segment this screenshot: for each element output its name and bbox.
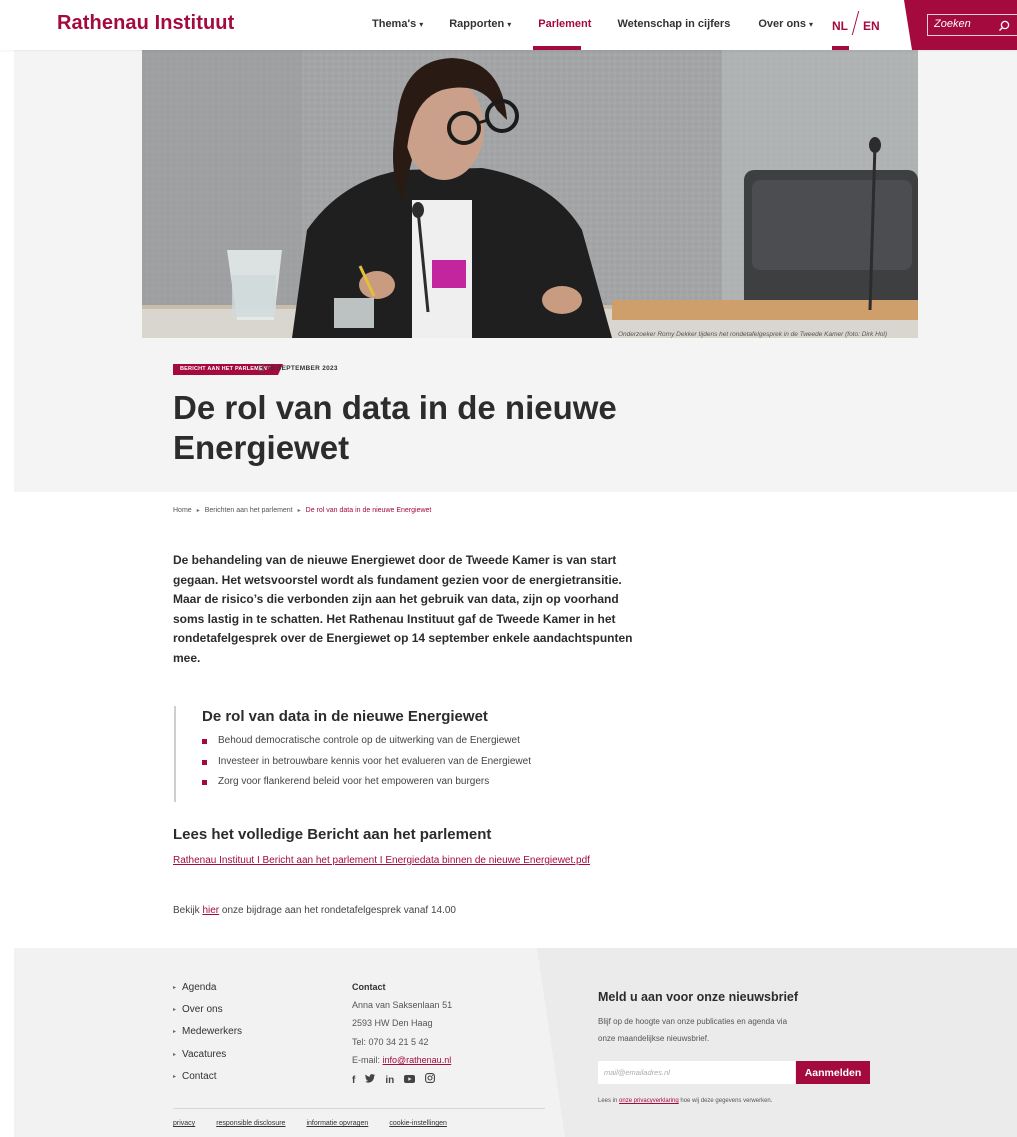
cookie-settings-link[interactable]: cookie-instellingen bbox=[389, 1120, 447, 1127]
calendar-icon bbox=[258, 365, 264, 371]
language-switch: NL EN bbox=[832, 11, 880, 35]
chevron-right-icon: ▸ bbox=[173, 1051, 177, 1058]
chevron-right-icon: ▸ bbox=[173, 1007, 177, 1014]
search-input[interactable] bbox=[934, 18, 994, 30]
chevron-right-icon: ▸ bbox=[173, 985, 177, 991]
footer-link-medewerkers[interactable]: ▸ Medewerkers bbox=[173, 1021, 242, 1043]
newsletter-subscribe-button[interactable]: Aanmelden bbox=[796, 1061, 870, 1084]
nav-item-label: Rapporten bbox=[449, 18, 505, 30]
facebook-icon[interactable]: f bbox=[352, 1072, 355, 1090]
search-icon[interactable] bbox=[998, 19, 1010, 37]
nav-item-parlement[interactable]: Parlement bbox=[538, 18, 591, 30]
main-nav: Thema's ▾ Rapporten ▾ Parlement Wetensch… bbox=[372, 18, 813, 30]
breadcrumb-current: De rol van data in de nieuwe Energiewet bbox=[305, 507, 432, 514]
contact-block: Contact Anna van Saksenlaan 51 2593 HW D… bbox=[352, 978, 452, 1090]
breadcrumb: Home ▸ Berichten aan het parlement ▸ De … bbox=[173, 507, 431, 514]
chevron-right-icon: ▸ bbox=[173, 1073, 177, 1080]
footer-link-agenda[interactable]: ▸ Agenda bbox=[173, 977, 242, 999]
footer-link-over-ons[interactable]: ▸ Over ons bbox=[173, 999, 242, 1021]
chevron-right-icon: ▸ bbox=[173, 1029, 177, 1036]
watch-text-before: Bekijk bbox=[173, 905, 203, 916]
twitter-icon[interactable] bbox=[365, 1072, 376, 1090]
nav-item-label: Parlement bbox=[538, 18, 592, 30]
footer-link-label: Over ons bbox=[182, 1004, 223, 1016]
linkedin-icon[interactable]: in bbox=[385, 1072, 394, 1090]
watch-paragraph: Bekijk hier onze bijdrage aan het rondet… bbox=[173, 905, 456, 916]
footer-link-label: Vacatures bbox=[182, 1048, 227, 1060]
nav-item-rapporten[interactable]: Rapporten ▾ bbox=[449, 18, 511, 30]
note-text-after: hoe wij deze gegevens verwerken. bbox=[678, 1098, 773, 1104]
contact-phone: Tel: 070 34 21 5 42 bbox=[352, 1036, 429, 1047]
privacy-link[interactable]: privacy bbox=[173, 1120, 195, 1127]
footer-link-label: Medewerkers bbox=[182, 1026, 243, 1038]
footer-link-label: Agenda bbox=[182, 982, 217, 993]
nav-item-label: Over ons bbox=[758, 18, 807, 30]
active-nav-indicator bbox=[533, 46, 581, 50]
key-points-list: Behoud democratische controle op de uitw… bbox=[202, 731, 531, 793]
breadcrumb-berichten[interactable]: Berichten aan het parlement bbox=[205, 507, 293, 514]
watch-text-after: onze bijdrage aan het rondetafelgesprek … bbox=[219, 905, 456, 916]
responsible-disclosure-link[interactable]: responsible disclosure bbox=[216, 1120, 285, 1127]
note-text-before: Lees in bbox=[598, 1098, 620, 1104]
page-title: De rol van data in de nieuwe Energiewet bbox=[173, 389, 617, 466]
instagram-icon[interactable] bbox=[425, 1072, 436, 1090]
list-item: Investeer in betrouwbare kennis voor het… bbox=[202, 752, 531, 773]
nav-item-label: Wetenschap in cijfers bbox=[617, 18, 731, 30]
footer-links: ▸ Agenda ▸ Over ons ▸ Medewerkers ▸ Vacature… bbox=[173, 977, 242, 1088]
site-header: Rathenau Instituut Thema's ▾ Rapporten ▾… bbox=[0, 0, 1017, 50]
chevron-down-icon: ▾ bbox=[809, 19, 814, 29]
footer-link-label: Contact bbox=[182, 1070, 217, 1082]
publish-date: 15 SEPTEMBER 2023 bbox=[258, 365, 338, 372]
privacy-statement-link[interactable]: onze privacyverklaring bbox=[619, 1098, 679, 1104]
contact-email-row: E-mail: info@rathenau.nl bbox=[352, 1051, 452, 1069]
footer-link-vacatures[interactable]: ▸ Vacatures bbox=[173, 1044, 242, 1066]
social-icons: f in bbox=[352, 1072, 452, 1090]
chevron-right-icon: ▸ bbox=[297, 508, 301, 514]
key-points-box: De rol van data in de nieuwe Energiewet … bbox=[174, 706, 531, 802]
newsletter-privacy-note: Lees in onze privacyverklaring hoe wij d… bbox=[598, 1098, 772, 1104]
chevron-down-icon: ▾ bbox=[507, 19, 512, 29]
site-logo[interactable]: Rathenau Instituut bbox=[57, 12, 234, 35]
breadcrumb-home[interactable]: Home bbox=[173, 507, 192, 514]
watch-here-link[interactable]: hier bbox=[202, 905, 219, 916]
footer-link-contact[interactable]: ▸ Contact bbox=[173, 1066, 242, 1088]
footer-divider bbox=[173, 1108, 545, 1109]
youtube-icon[interactable] bbox=[404, 1072, 416, 1090]
photo-caption: Onderzoeker Romy Dekker tijdens het rond… bbox=[617, 331, 887, 338]
contact-email-label: E-mail: bbox=[352, 1054, 383, 1065]
key-points-title: De rol van data in de nieuwe Energiewet bbox=[202, 708, 488, 725]
contact-title: Contact bbox=[352, 982, 386, 992]
contact-address-line-1: Anna van Saksenlaan 51 bbox=[352, 1000, 453, 1011]
nav-item-label: Thema's bbox=[372, 18, 417, 30]
chevron-right-icon: ▸ bbox=[196, 508, 200, 514]
list-item: Zorg voor flankerend beleid voor het emp… bbox=[202, 772, 531, 793]
newsletter-text: Blijf op de hoogte van onze publicaties … bbox=[598, 1017, 788, 1043]
newsletter-title: Meld u aan voor onze nieuwsbrief bbox=[598, 990, 799, 1004]
nav-item-wetenschap-in-cijfers[interactable]: Wetenschap in cijfers bbox=[617, 18, 730, 30]
footer-bottom-links: privacy responsible disclosure informati… bbox=[173, 1120, 447, 1127]
search-box bbox=[927, 14, 1017, 36]
lang-separator bbox=[851, 11, 860, 35]
lang-en[interactable]: EN bbox=[863, 19, 880, 33]
informatie-opvragen-link[interactable]: informatie opvragen bbox=[306, 1120, 368, 1127]
contact-email-link[interactable]: info@rathenau.nl bbox=[383, 1055, 452, 1065]
active-lang-indicator bbox=[832, 46, 849, 50]
publish-date-text: 15 SEPTEMBER 2023 bbox=[267, 365, 338, 372]
report-pdf-link[interactable]: Rathenau Instituut I Bericht aan het par… bbox=[173, 852, 593, 869]
hero-photo bbox=[142, 50, 918, 338]
read-full-title: Lees het volledige Bericht aan het parle… bbox=[173, 826, 492, 843]
chevron-down-icon: ▾ bbox=[419, 19, 424, 29]
intro-paragraph: De behandeling van de nieuwe Energiewet … bbox=[173, 553, 633, 665]
contact-address-line-2: 2593 HW Den Haag bbox=[352, 1018, 433, 1029]
lang-nl[interactable]: NL bbox=[832, 19, 848, 33]
newsletter-email-field[interactable] bbox=[598, 1061, 795, 1084]
list-item: Behoud democratische controle op de uitw… bbox=[202, 731, 531, 752]
nav-item-themas[interactable]: Thema's ▾ bbox=[372, 18, 423, 30]
nav-item-over-ons[interactable]: Over ons ▾ bbox=[758, 18, 813, 30]
